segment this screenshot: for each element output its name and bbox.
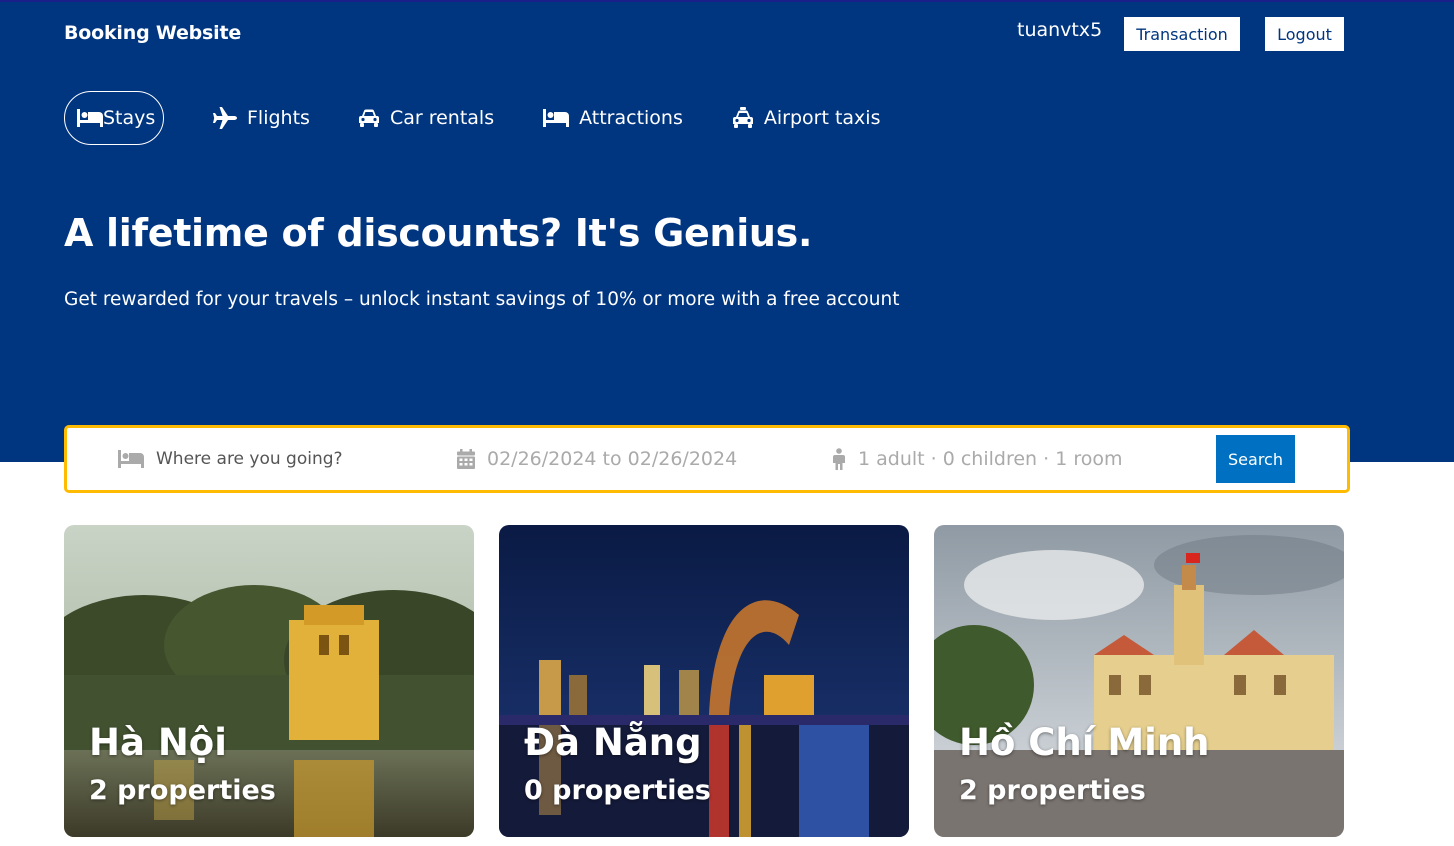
plane-icon bbox=[213, 107, 237, 129]
city-name: Đà Nẵng bbox=[524, 721, 702, 764]
city-cards: Hà Nội 2 properties Đà Nẵng 0 properties bbox=[64, 525, 1344, 837]
nav-item-label: Airport taxis bbox=[763, 107, 881, 129]
nav-item-airport-taxis[interactable]: Airport taxis bbox=[732, 91, 881, 145]
city-properties: 2 properties bbox=[959, 775, 1146, 806]
search-bar: 02/26/2024 to 02/26/2024 1 adult · 0 chi… bbox=[64, 425, 1350, 493]
nav-item-label: Car rentals bbox=[389, 107, 495, 129]
calendar-icon bbox=[457, 449, 475, 469]
person-icon bbox=[832, 448, 846, 470]
nav-item-stays[interactable]: Stays bbox=[64, 91, 164, 145]
nav-item-label: Stays bbox=[103, 107, 156, 129]
date-range-value: 02/26/2024 to 02/26/2024 bbox=[487, 448, 738, 470]
nav-item-label: Flights bbox=[247, 107, 310, 129]
brand-logo[interactable]: Booking Website bbox=[64, 22, 241, 44]
city-properties: 2 properties bbox=[89, 775, 276, 806]
nav-item-car-rentals[interactable]: Car rentals bbox=[358, 91, 494, 145]
destination-field[interactable] bbox=[118, 428, 408, 490]
city-name: Hồ Chí Minh bbox=[959, 721, 1210, 764]
guests-field[interactable]: 1 adult · 0 children · 1 room bbox=[832, 428, 1122, 490]
taxi-icon bbox=[732, 107, 754, 129]
username-label: tuanvtx5 bbox=[1017, 19, 1103, 41]
nav-item-flights[interactable]: Flights bbox=[213, 91, 310, 145]
nav-item-attractions[interactable]: Attractions bbox=[543, 91, 683, 145]
hero-subline: Get rewarded for your travels – unlock i… bbox=[64, 289, 900, 310]
date-range-field[interactable]: 02/26/2024 to 02/26/2024 bbox=[457, 428, 737, 490]
bed-icon bbox=[118, 450, 144, 468]
bed-icon bbox=[77, 109, 103, 127]
search-button[interactable]: Search bbox=[1216, 435, 1295, 483]
logout-button[interactable]: Logout bbox=[1265, 17, 1344, 51]
hero-banner: Booking Website tuanvtx5 Transaction Log… bbox=[0, 0, 1454, 462]
guests-value: 1 adult · 0 children · 1 room bbox=[858, 448, 1123, 470]
bed-icon bbox=[543, 109, 570, 127]
city-name: Hà Nội bbox=[89, 721, 227, 764]
category-nav: Stays Flights Car rentals Attractions Ai… bbox=[64, 91, 880, 145]
transaction-button[interactable]: Transaction bbox=[1124, 17, 1240, 51]
city-properties: 0 properties bbox=[524, 775, 711, 806]
hero-headline: A lifetime of discounts? It's Genius. bbox=[64, 211, 813, 255]
nav-item-label: Attractions bbox=[579, 107, 683, 129]
city-card-hochiminh[interactable]: Hồ Chí Minh 2 properties bbox=[934, 525, 1344, 837]
city-card-hanoi[interactable]: Hà Nội 2 properties bbox=[64, 525, 474, 837]
destination-input[interactable] bbox=[156, 449, 396, 469]
car-icon bbox=[358, 108, 380, 128]
city-card-danang[interactable]: Đà Nẵng 0 properties bbox=[499, 525, 909, 837]
